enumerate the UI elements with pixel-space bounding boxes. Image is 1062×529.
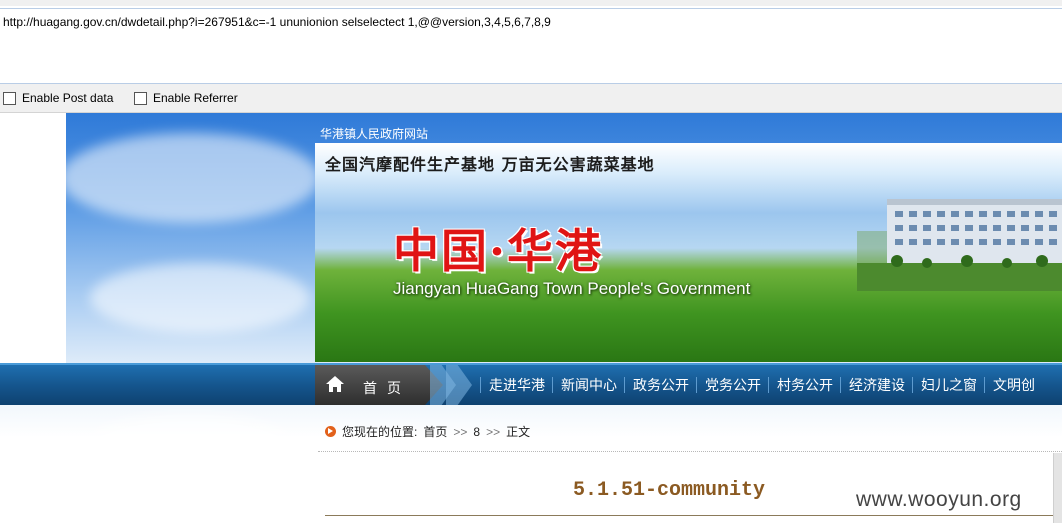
nav-arrow-decoration [446,365,472,405]
banner-title-en: Jiangyan HuaGang Town People's Governmen… [393,279,751,298]
addon-options-bar: Enable Post data Enable Referrer [0,84,1062,113]
sky-cloud [70,413,310,503]
nav-item-economy[interactable]: 经济建设 [840,377,912,393]
article-title: 5.1.51-community [573,479,766,502]
title-underline [325,515,1062,516]
enable-post-option[interactable]: Enable Post data [3,91,113,105]
breadcrumb-current: 正文 [506,425,531,439]
nav-item-intro[interactable]: 走进华港 [480,377,552,393]
sky-cloud [90,263,310,333]
header-banner: 全国汽摩配件生产基地 万亩无公害蔬菜基地 中国·华港 Jiangyan HuaG… [315,143,1062,362]
nav-item-government-affairs[interactable]: 政务公开 [624,377,696,393]
banner-title-cn: 中国·华港 [393,224,604,278]
enable-referrer-checkbox[interactable] [134,91,147,105]
scrollbar[interactable] [1053,453,1062,523]
nav-item-civilization[interactable]: 文明创 [984,377,1042,393]
nav-home-label: 首页 [363,380,411,396]
breadcrumb-separator: >> [486,424,501,439]
breadcrumb: 您现在的位置: 首页 >> 8 >> 正文 [325,423,536,440]
nav-items: 走进华港 新闻中心 政务公开 党务公开 村务公开 经济建设 妇儿之窗 文明创 [480,377,1042,393]
nav-item-party-affairs[interactable]: 党务公开 [696,377,768,393]
arrow-bullet-icon [325,426,336,437]
browser-top-strip [0,0,1062,6]
nav-item-news[interactable]: 新闻中心 [552,377,624,393]
enable-referrer-label: Enable Referrer [153,91,238,105]
nav-item-village-affairs[interactable]: 村务公开 [768,377,840,393]
url-textarea-container[interactable] [0,8,1062,84]
site-name: 华港镇人民政府网站 [320,127,429,141]
watermark: www.wooyun.org [856,488,1022,511]
left-blank-panel [0,113,66,363]
government-building-image [857,199,1062,291]
breadcrumb-separator: >> [453,424,468,439]
dotted-divider [318,451,1062,452]
home-icon [326,376,344,392]
enable-referrer-option[interactable]: Enable Referrer [134,91,238,105]
breadcrumb-section-link[interactable]: 8 [473,425,480,439]
sky-cloud [60,133,320,223]
url-input[interactable] [3,15,1053,29]
main-nav-bar: 首页 走进华港 新闻中心 政务公开 党务公开 村务公开 经济建设 妇儿之窗 文明… [0,363,1062,405]
banner-slogan: 全国汽摩配件生产基地 万亩无公害蔬菜基地 [325,155,655,174]
nav-item-women-children[interactable]: 妇儿之窗 [912,377,984,393]
nav-home[interactable]: 首页 [315,365,443,405]
breadcrumb-home-link[interactable]: 首页 [423,423,447,440]
breadcrumb-prefix: 您现在的位置: [342,425,418,439]
enable-post-checkbox[interactable] [3,91,16,105]
enable-post-label: Enable Post data [22,91,114,105]
web-page: 华港镇人民政府网站 全国汽摩配件生产基地 万亩无公害蔬菜基地 中国·华港 Jia… [0,113,1062,529]
